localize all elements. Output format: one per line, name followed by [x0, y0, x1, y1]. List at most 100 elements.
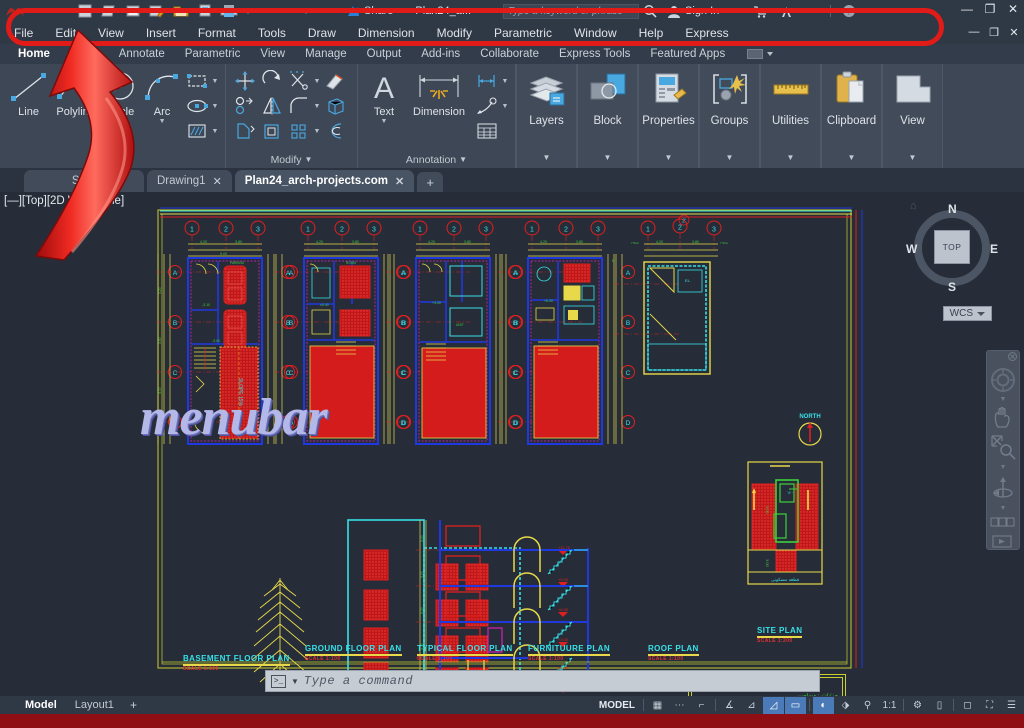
chevron-down-icon[interactable]: ▼	[459, 155, 467, 164]
draw-tool-polyline[interactable]: Polyline	[53, 68, 98, 118]
chevron-down-icon[interactable]: ▼	[211, 103, 219, 110]
array-3d-icon[interactable]	[322, 95, 348, 118]
layout-tab-layout1[interactable]: Layout1	[66, 699, 123, 711]
menu-item-draw[interactable]: Draw	[297, 23, 347, 43]
chevron-down-icon[interactable]: ▼	[313, 103, 321, 110]
tab-featured-apps[interactable]: Featured Apps	[640, 45, 735, 64]
ribbon-panel-utilities[interactable]: Utilities ▼	[760, 64, 821, 168]
save-icon[interactable]	[122, 1, 144, 21]
new-layout-button[interactable]: +	[123, 698, 144, 712]
trim-icon[interactable]	[286, 70, 312, 93]
autocad-logo-icon[interactable]	[0, 1, 30, 21]
user-avatar-icon[interactable]	[667, 5, 681, 18]
stretch-icon[interactable]	[232, 120, 258, 143]
chevron-down-icon[interactable]: ▼	[1000, 464, 1007, 472]
chevron-down-icon[interactable]: ▼	[1000, 396, 1007, 404]
viewcube-east-label[interactable]: E	[990, 242, 998, 256]
qat-dropdown-icon[interactable]	[30, 1, 52, 21]
ribbon-panel-modify-title[interactable]: Modify ▼	[226, 151, 357, 168]
rotate-icon[interactable]	[259, 70, 285, 93]
chevron-down-icon[interactable]: ▼	[848, 153, 856, 162]
menu-item-window[interactable]: Window	[563, 23, 628, 43]
hardware-acceleration-icon[interactable]: ▯	[929, 697, 950, 714]
ellipse-icon[interactable]	[184, 95, 210, 118]
redo-dropdown-icon[interactable]	[314, 1, 336, 21]
ribbon-minimize-control[interactable]	[747, 49, 774, 59]
block-panel-expand[interactable]: ▼	[578, 146, 637, 168]
grid-display-icon[interactable]: ▦	[647, 697, 668, 714]
chevron-down-icon[interactable]: ▼	[122, 155, 130, 164]
annotation-scale-icon[interactable]: 1:1	[879, 697, 900, 714]
menu-item-help[interactable]: Help	[628, 23, 675, 43]
tab-manage[interactable]: Manage	[295, 45, 357, 64]
chevron-down-icon[interactable]: ▼	[501, 78, 509, 85]
tab-annotate[interactable]: Annotate	[109, 45, 175, 64]
viewcube[interactable]: ⌂ N S W E TOP	[904, 200, 1000, 296]
menu-item-parametric[interactable]: Parametric	[483, 23, 563, 43]
chevron-down-icon[interactable]: ▼	[543, 153, 551, 162]
menu-item-express[interactable]: Express	[674, 23, 739, 43]
signin-dropdown-icon[interactable]	[723, 1, 745, 21]
ribbon-panel-block[interactable]: Block ▼	[577, 64, 638, 168]
ribbon-panel-annotation-title[interactable]: Annotation ▼	[358, 151, 515, 168]
isolate-objects-icon[interactable]: ◻	[957, 697, 978, 714]
chevron-down-icon[interactable]: ▼	[665, 153, 673, 162]
autodesk-app-icon[interactable]	[775, 1, 797, 21]
viewcube-south-label[interactable]: S	[948, 280, 956, 294]
ribbon-panel-clipboard[interactable]: Clipboard ▼	[821, 64, 882, 168]
ucs-selector[interactable]: WCS	[942, 306, 992, 321]
drawing-canvas[interactable]: [—][Top][2D Wireframe] 1 2 3 4.20 3.80 9…	[0, 192, 1024, 696]
leader-icon[interactable]	[474, 95, 500, 118]
clipboard-panel-expand[interactable]: ▼	[822, 146, 881, 168]
close-button[interactable]: ✕	[1006, 2, 1020, 16]
tab-insert[interactable]: Insert	[60, 45, 109, 64]
customization-icon[interactable]: ☰	[1001, 697, 1022, 714]
open-folder-icon[interactable]	[170, 1, 192, 21]
restore-button[interactable]: ❐	[983, 2, 997, 16]
open-file-icon[interactable]	[98, 1, 120, 21]
new-file-icon[interactable]	[74, 1, 96, 21]
chevron-down-icon[interactable]: ▼	[787, 153, 795, 162]
print-preview-icon[interactable]	[218, 1, 240, 21]
chevron-down-icon[interactable]: ▼	[381, 118, 388, 125]
ribbon-panel-view[interactable]: View ▼	[882, 64, 943, 168]
file-tab-plan24[interactable]: Plan24_arch-projects.com ✕	[234, 170, 415, 192]
chevron-down-icon[interactable]: ▼	[909, 153, 917, 162]
model-space-toggle[interactable]: MODEL	[594, 700, 640, 711]
help-dropdown-icon[interactable]	[864, 1, 886, 21]
annotation-tool-text[interactable]: A Text ▼	[364, 68, 404, 125]
tab-output[interactable]: Output	[357, 45, 412, 64]
object-snap-icon[interactable]: ◿	[763, 696, 784, 714]
doc-dropdown-icon[interactable]	[471, 1, 493, 21]
menu-item-edit[interactable]: Edit	[44, 23, 87, 43]
scale-icon[interactable]	[259, 120, 285, 143]
search-input[interactable]: Type a keyword or phrase	[503, 3, 640, 19]
tab-collaborate[interactable]: Collaborate	[470, 45, 549, 64]
doc-restore-button[interactable]: ❐	[988, 26, 1000, 39]
groups-panel-expand[interactable]: ▼	[700, 146, 759, 168]
annotation-monitor-icon[interactable]: ⚲	[857, 697, 878, 714]
tab-home[interactable]: Home	[8, 45, 60, 64]
chevron-down-icon[interactable]: ▼	[159, 118, 166, 125]
draw-tool-circle[interactable]: Circle ▼	[100, 68, 140, 125]
close-icon[interactable]: ✕	[395, 175, 404, 188]
command-input[interactable]: Type a command	[304, 674, 814, 688]
new-tab-button[interactable]: +	[417, 172, 444, 192]
menu-item-tools[interactable]: Tools	[247, 23, 297, 43]
linear-dimension-icon[interactable]	[474, 70, 500, 93]
chevron-down-icon[interactable]: ▼	[604, 153, 612, 162]
cart-icon[interactable]	[749, 1, 771, 21]
menu-item-modify[interactable]: Modify	[426, 23, 483, 43]
chevron-down-icon[interactable]: ▼	[211, 78, 219, 85]
chevron-down-icon[interactable]: ▼	[726, 153, 734, 162]
tab-view[interactable]: View	[250, 45, 295, 64]
help-icon[interactable]: ?	[838, 1, 860, 21]
menu-item-insert[interactable]: Insert	[135, 23, 187, 43]
minimize-button[interactable]: —	[960, 2, 974, 16]
hatch-icon[interactable]	[184, 120, 210, 143]
menu-item-dimension[interactable]: Dimension	[347, 23, 426, 43]
offset-icon[interactable]	[322, 120, 348, 143]
chevron-down-icon[interactable]: ▼	[291, 677, 299, 686]
ortho-mode-icon[interactable]: ⌐	[691, 697, 712, 714]
transparency-icon[interactable]: ◐	[813, 696, 834, 714]
